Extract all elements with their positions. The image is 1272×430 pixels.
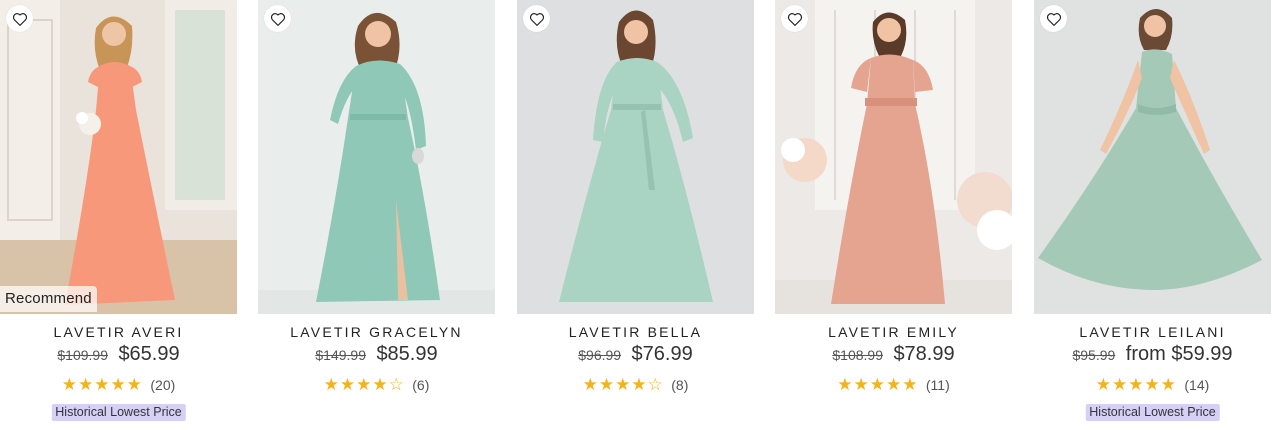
review-count: (8)	[671, 377, 689, 393]
star-rating-icon: ★★★★☆	[582, 375, 664, 394]
historical-lowest-price-badge: Historical Lowest Price	[51, 404, 186, 421]
original-price: $149.99	[315, 346, 366, 363]
heart-outline-icon	[787, 12, 802, 26]
product-card[interactable]: LAVETIR LEILANI $95.99 from $59.99 ★★★★★…	[1034, 0, 1271, 430]
dress-photo-emily	[775, 0, 1012, 314]
product-image[interactable]	[775, 0, 1012, 314]
product-card[interactable]: LAVETIR BELLA $96.99 $76.99 ★★★★☆ (8)	[517, 0, 754, 430]
sale-price: from $59.99	[1125, 343, 1233, 365]
recommend-tag: Recommend	[0, 286, 97, 312]
favorite-button[interactable]	[6, 5, 33, 32]
product-card[interactable]: Recommend LAVETIR AVERI $109.99 $65.99 ★…	[0, 0, 237, 430]
original-price: $108.99	[832, 346, 883, 363]
product-name[interactable]: LAVETIR GRACELYN	[258, 324, 495, 340]
sale-price: $85.99	[376, 343, 438, 365]
product-name[interactable]: LAVETIR EMILY	[775, 324, 1012, 340]
product-name[interactable]: LAVETIR LEILANI	[1034, 324, 1271, 340]
product-image[interactable]	[258, 0, 495, 314]
rating-row[interactable]: ★★★★☆ (6)	[258, 375, 495, 395]
product-grid: Recommend LAVETIR AVERI $109.99 $65.99 ★…	[0, 0, 1272, 430]
heart-outline-icon	[1046, 12, 1061, 26]
star-rating-icon: ★★★★★	[61, 375, 143, 394]
rating-row[interactable]: ★★★★★ (11)	[775, 375, 1012, 395]
review-count: (20)	[150, 377, 176, 393]
heart-outline-icon	[270, 12, 285, 26]
favorite-button[interactable]	[264, 5, 291, 32]
sale-price: $76.99	[631, 343, 693, 365]
dress-photo-gracelyn	[258, 0, 495, 314]
price-row: $95.99 from $59.99	[1034, 343, 1271, 366]
star-rating-icon: ★★★★★	[837, 375, 919, 394]
review-count: (14)	[1184, 377, 1210, 393]
favorite-button[interactable]	[1040, 5, 1067, 32]
product-name[interactable]: LAVETIR BELLA	[517, 324, 754, 340]
heart-outline-icon	[529, 12, 544, 26]
price-row: $149.99 $85.99	[258, 343, 495, 366]
price-row: $109.99 $65.99	[0, 343, 237, 366]
dress-photo-bella	[517, 0, 754, 314]
rating-row[interactable]: ★★★★★ (14)	[1034, 375, 1271, 395]
favorite-button[interactable]	[523, 5, 550, 32]
original-price: $109.99	[57, 346, 108, 363]
review-count: (11)	[925, 377, 950, 393]
heart-outline-icon	[12, 12, 27, 26]
original-price: $95.99	[1072, 346, 1116, 363]
price-row: $96.99 $76.99	[517, 343, 754, 366]
historical-lowest-price-badge: Historical Lowest Price	[1085, 404, 1220, 421]
product-image[interactable]	[517, 0, 754, 314]
original-price: $96.99	[578, 346, 622, 363]
star-rating-icon: ★★★★★	[1095, 375, 1177, 394]
product-card[interactable]: LAVETIR GRACELYN $149.99 $85.99 ★★★★☆ (6…	[258, 0, 495, 430]
dress-photo-leilani	[1034, 0, 1271, 314]
review-count: (6)	[412, 377, 430, 393]
star-rating-icon: ★★★★☆	[323, 375, 405, 394]
product-image[interactable]: Recommend	[0, 0, 237, 314]
dress-photo-averi	[0, 0, 237, 314]
sale-price: $78.99	[893, 343, 955, 365]
product-name[interactable]: LAVETIR AVERI	[0, 324, 237, 340]
rating-row[interactable]: ★★★★☆ (8)	[517, 375, 754, 395]
rating-row[interactable]: ★★★★★ (20)	[0, 375, 237, 395]
product-image[interactable]	[1034, 0, 1271, 314]
price-row: $108.99 $78.99	[775, 343, 1012, 366]
product-card[interactable]: LAVETIR EMILY $108.99 $78.99 ★★★★★ (11)	[775, 0, 1012, 430]
sale-price: $65.99	[118, 343, 180, 365]
favorite-button[interactable]	[781, 5, 808, 32]
